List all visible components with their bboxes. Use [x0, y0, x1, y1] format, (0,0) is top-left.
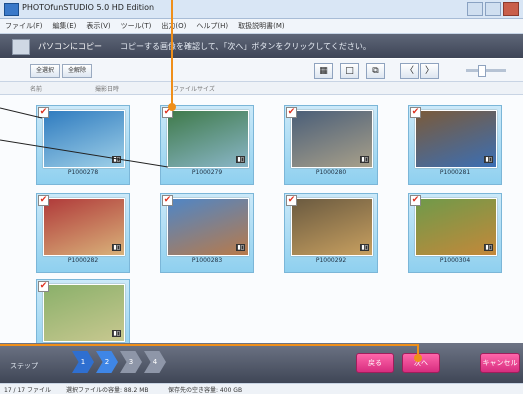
- annotation-overlay: [0, 0, 422, 362]
- annotation-lines: [0, 0, 422, 362]
